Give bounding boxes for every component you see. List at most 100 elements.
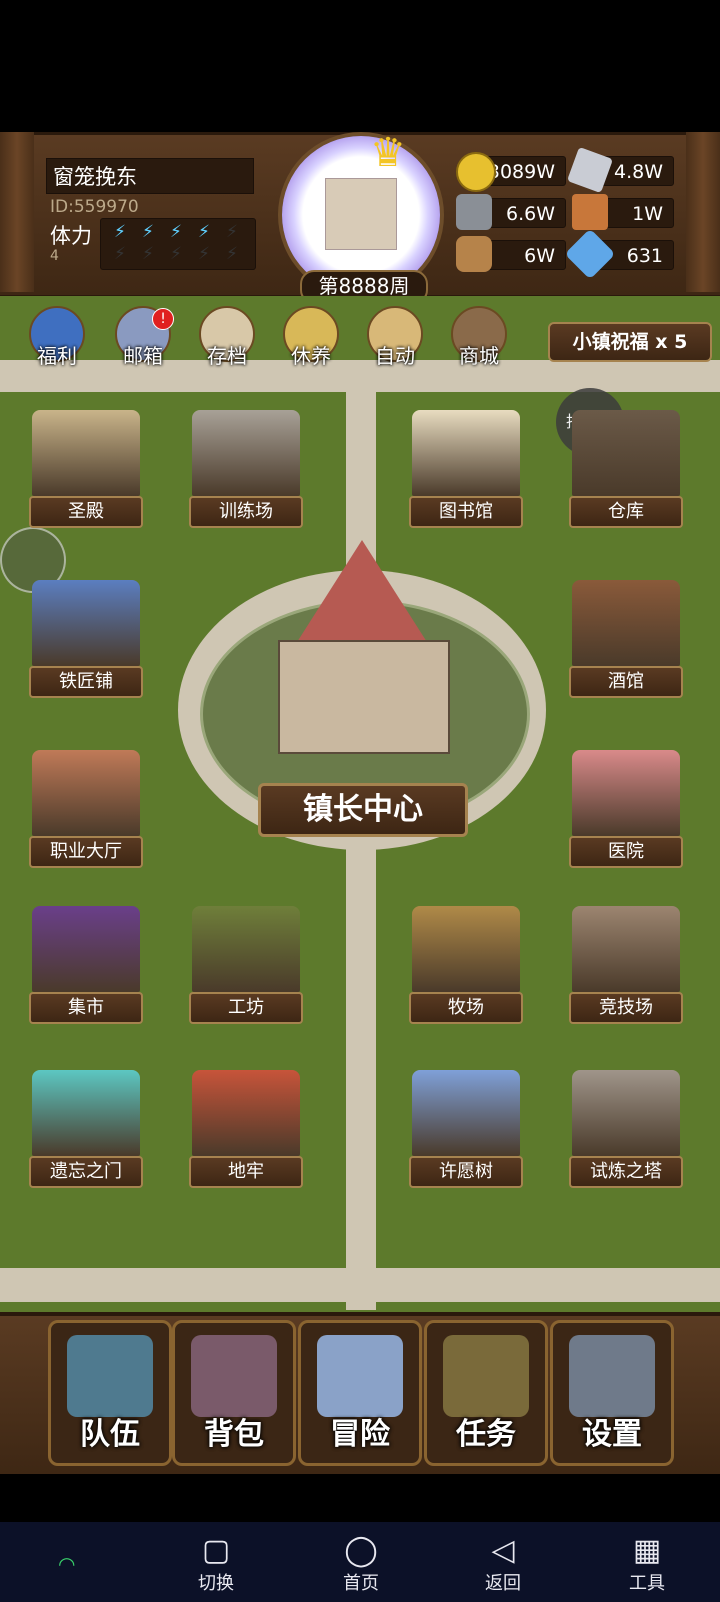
building-label: 遗忘之门 <box>29 1156 143 1188</box>
mayor-wall <box>278 640 450 754</box>
building-label: 职业大厅 <box>29 836 143 868</box>
building-label: 圣殿 <box>29 496 143 528</box>
helmet-icon <box>67 1335 153 1417</box>
backpack-icon <box>191 1335 277 1417</box>
crossed-swords-icon <box>317 1335 403 1417</box>
building-9[interactable]: 工坊 <box>186 906 306 1026</box>
triangle-back-icon: ◁ <box>491 1533 515 1568</box>
building-label: 竞技场 <box>569 992 683 1024</box>
building-art <box>192 1070 300 1156</box>
building-label: 铁匠铺 <box>29 666 143 698</box>
building-label: 酒馆 <box>569 666 683 698</box>
building-11[interactable]: 竞技场 <box>566 906 686 1026</box>
bolt-icon: ⚡ <box>198 222 210 242</box>
building-1[interactable]: 训练场 <box>186 410 306 530</box>
bolt-icon: ⚡ <box>226 222 238 242</box>
bolt-icon: ⚡ <box>142 244 154 264</box>
stone-icon <box>456 194 492 230</box>
player-name: 窗笼挽东 <box>46 158 254 194</box>
building-label: 集市 <box>29 992 143 1024</box>
building-label: 许愿树 <box>409 1156 523 1188</box>
building-art <box>32 906 140 992</box>
building-art <box>572 1070 680 1156</box>
gear-icon <box>569 1335 655 1417</box>
rest-button[interactable]: 休养 <box>278 306 344 372</box>
quest-button[interactable]: 任务 <box>424 1320 548 1466</box>
bolt-icon: ⚡ <box>114 244 126 264</box>
bolt-icon: ⚡ <box>170 222 182 242</box>
building-10[interactable]: 牧场 <box>406 906 526 1026</box>
shop-button[interactable]: 商城 <box>446 306 512 372</box>
gold-coin-icon <box>456 152 496 192</box>
mayor-center-label[interactable]: 镇长中心 <box>258 783 468 837</box>
building-3[interactable]: 仓库 <box>566 410 686 530</box>
building-art <box>572 906 680 992</box>
building-5[interactable]: 酒馆 <box>566 580 686 700</box>
stamina-value: 4 <box>50 248 59 264</box>
home-button[interactable]: ◯ 首页 <box>326 1533 396 1595</box>
tools-button[interactable]: ▦ 工具 <box>612 1533 682 1595</box>
building-label: 图书馆 <box>409 496 523 528</box>
building-art <box>32 580 140 666</box>
building-4[interactable]: 铁匠铺 <box>26 580 146 700</box>
bolt-icon: ⚡ <box>198 244 210 264</box>
switch-button[interactable]: ▢ 切换 <box>181 1533 251 1595</box>
building-7[interactable]: 医院 <box>566 750 686 870</box>
town-blessing-button[interactable]: 小镇祝福 x 5 <box>548 322 712 362</box>
road <box>346 390 376 1310</box>
crown-icon: ♛ <box>370 130 406 176</box>
road <box>0 360 720 392</box>
building-art <box>572 580 680 666</box>
bolt-icon: ⚡ <box>114 222 126 242</box>
building-8[interactable]: 集市 <box>26 906 146 1026</box>
square-icon: ▢ <box>201 1533 231 1568</box>
mailbox-button[interactable]: 邮箱 ! <box>110 306 176 372</box>
grid-icon: ▦ <box>632 1533 662 1568</box>
wood-log-icon <box>456 236 492 272</box>
leather-icon <box>572 194 608 230</box>
building-art <box>572 410 680 496</box>
building-2[interactable]: 图书馆 <box>406 410 526 530</box>
welfare-button[interactable]: 福利 <box>24 306 90 372</box>
building-label: 工坊 <box>189 992 303 1024</box>
building-art <box>412 906 520 992</box>
quest-scroll-icon <box>443 1335 529 1417</box>
mayor-center-building[interactable] <box>248 540 476 754</box>
building-12[interactable]: 遗忘之门 <box>26 1070 146 1190</box>
building-art <box>32 1070 140 1156</box>
building-label: 仓库 <box>569 496 683 528</box>
building-0[interactable]: 圣殿 <box>26 410 146 530</box>
stamina-bar: ⚡ ⚡ ⚡ ⚡ ⚡ ⚡ ⚡ ⚡ ⚡ ⚡ <box>100 218 256 270</box>
mayor-roof <box>292 540 432 650</box>
building-art <box>412 1070 520 1156</box>
circle-icon: ◯ <box>344 1533 378 1568</box>
building-label: 地牢 <box>189 1156 303 1188</box>
settings-button[interactable]: 设置 <box>550 1320 674 1466</box>
wifi-icon: ◠ <box>58 1552 76 1576</box>
stamina-label: 体力 <box>50 224 92 248</box>
team-button[interactable]: 队伍 <box>48 1320 172 1466</box>
building-label: 牧场 <box>409 992 523 1024</box>
building-art <box>192 906 300 992</box>
building-14[interactable]: 许愿树 <box>406 1070 526 1190</box>
wood-post-right <box>686 132 720 292</box>
bolt-icon: ⚡ <box>170 244 182 264</box>
stone-value: 6.6W <box>480 198 566 228</box>
building-label: 试炼之塔 <box>569 1156 683 1188</box>
avatar[interactable] <box>325 178 397 250</box>
save-button[interactable]: 存档 <box>194 306 260 372</box>
building-art <box>412 410 520 496</box>
adventure-button[interactable]: 冒险 <box>298 1320 422 1466</box>
backpack-button[interactable]: 背包 <box>172 1320 296 1466</box>
building-13[interactable]: 地牢 <box>186 1070 306 1190</box>
wood-value: 6W <box>480 240 566 270</box>
building-art <box>32 750 140 836</box>
bolt-icon: ⚡ <box>142 222 154 242</box>
building-art <box>32 410 140 496</box>
bolt-icon: ⚡ <box>226 244 238 264</box>
building-15[interactable]: 试炼之塔 <box>566 1070 686 1190</box>
building-art <box>572 750 680 836</box>
back-button[interactable]: ◁ 返回 <box>468 1533 538 1595</box>
auto-button[interactable]: 自动 <box>362 306 428 372</box>
building-6[interactable]: 职业大厅 <box>26 750 146 870</box>
